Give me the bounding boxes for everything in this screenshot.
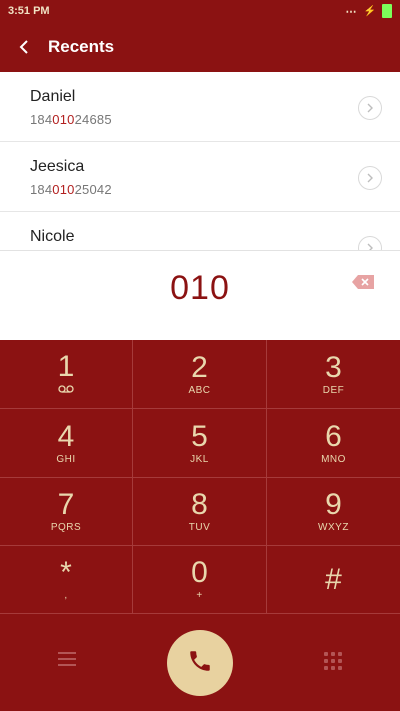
key-letters: MNO	[321, 453, 346, 465]
recent-item[interactable]: Daniel 18401024685	[0, 72, 400, 142]
key-7[interactable]: 7 PQRS	[0, 478, 133, 546]
key-0[interactable]: 0 +	[133, 546, 267, 614]
key-5[interactable]: 5 JKL	[133, 409, 267, 478]
key-digit: 9	[325, 488, 342, 521]
chevron-right-icon[interactable]	[358, 166, 382, 190]
menu-icon[interactable]	[58, 652, 76, 666]
app-header: Recents	[0, 22, 400, 72]
key-digit: 8	[191, 488, 208, 521]
contact-name: Jeesica	[30, 158, 85, 175]
charging-icon: ⚡	[363, 5, 376, 17]
recent-item[interactable]: Jeesica 18401025042	[0, 142, 400, 212]
key-6[interactable]: 6 MNO	[267, 409, 400, 478]
chevron-right-icon[interactable]	[358, 96, 382, 120]
status-bar: 3:51 PM ⋯ ⚡	[0, 0, 400, 22]
key-digit: 2	[191, 350, 208, 384]
key-letters: ABC	[188, 384, 211, 396]
key-digit: 0	[191, 556, 208, 589]
voicemail-icon	[58, 384, 74, 396]
phone-icon	[187, 648, 213, 679]
signal-icon: ⋯	[345, 5, 358, 18]
page-title: Recents	[48, 37, 115, 56]
key-2[interactable]: 2 ABC	[133, 340, 267, 409]
recents-list: Daniel 18401024685 Jeesica 18401025042 N…	[0, 72, 400, 250]
key-letters: WXYZ	[318, 522, 349, 533]
dialpad-icon[interactable]	[324, 652, 342, 670]
key-digit: 7	[57, 488, 75, 521]
contact-number: 18401025042	[30, 182, 112, 197]
key-letters: TUV	[188, 522, 211, 533]
call-button[interactable]	[167, 630, 233, 696]
key-digit: #	[325, 562, 342, 596]
backspace-icon[interactable]	[352, 275, 374, 289]
key-8[interactable]: 8 TUV	[133, 478, 267, 546]
back-icon[interactable]	[16, 39, 32, 55]
key-digit: 4	[57, 419, 75, 453]
key-digit: 3	[325, 350, 342, 384]
key-4[interactable]: 4 GHI	[0, 409, 133, 478]
key-9[interactable]: 9 WXYZ	[267, 478, 400, 546]
key-letters: ,	[64, 590, 68, 601]
key-letters: GHI	[56, 453, 76, 465]
dialpad: 1 2 ABC 3 DEF 4 GHI 5 JKL 6 MNO 7 PQRS 8…	[0, 340, 400, 614]
contact-number: 18401024685	[30, 112, 112, 127]
status-icons: ⋯ ⚡	[346, 4, 392, 18]
contact-name: Nicole	[30, 228, 75, 245]
key-star[interactable]: * ,	[0, 546, 133, 614]
key-digit: 1	[57, 350, 75, 383]
recent-item[interactable]: Nicole	[0, 212, 400, 250]
key-letters: PQRS	[50, 522, 82, 533]
key-digit: 6	[325, 419, 342, 453]
battery-icon	[382, 4, 392, 18]
key-letters: +	[196, 590, 203, 601]
status-time: 3:51 PM	[8, 5, 50, 17]
key-letters: JKL	[190, 453, 209, 465]
key-1[interactable]: 1	[0, 340, 133, 409]
key-digit: 5	[191, 419, 208, 453]
dialed-number: 010	[170, 269, 230, 307]
contact-name: Daniel	[30, 88, 76, 105]
key-letters: DEF	[322, 384, 345, 396]
key-hash[interactable]: #	[267, 546, 400, 614]
dialer-bottom-bar	[0, 614, 400, 711]
key-3[interactable]: 3 DEF	[267, 340, 400, 409]
dial-display: 010	[0, 250, 400, 340]
key-digit: *	[60, 556, 72, 589]
